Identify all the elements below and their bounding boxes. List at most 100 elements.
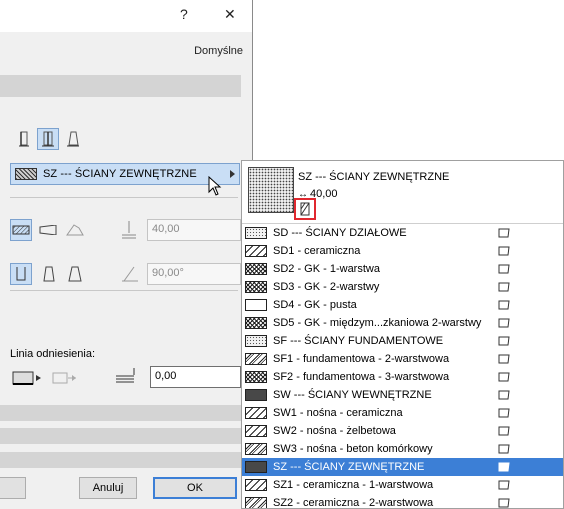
wall-flag-icon <box>498 426 510 436</box>
fill-list: SD --- ŚCIANY DZIAŁOWE SD1 - ceramiczna SD… <box>242 223 563 509</box>
divider <box>10 290 238 291</box>
fill-list-item-label: SW3 - nośna - beton komórkowy <box>273 443 433 455</box>
polygonal-wall-icon[interactable] <box>64 219 86 241</box>
help-button[interactable]: ? <box>180 6 188 22</box>
thickness-field[interactable]: 40,00 <box>147 219 241 241</box>
reference-line-selector[interactable] <box>10 367 44 389</box>
reference-line-swap-icon[interactable] <box>50 367 80 389</box>
double-slanted-profile-icon[interactable] <box>64 263 86 285</box>
close-button[interactable]: ✕ <box>224 6 236 23</box>
chevron-right-icon <box>230 170 235 178</box>
fill-list-item[interactable]: SD1 - ceramiczna <box>242 242 563 260</box>
fill-list-item[interactable]: SW1 - nośna - ceramiczna <box>242 404 563 422</box>
wall-flag-icon <box>498 246 510 256</box>
wall-settings-dialog: ? ✕ Domyślne SZ --- ŚCIANY ZEWNĘTRZNE 40… <box>0 0 253 509</box>
fill-list-item-label: SD5 - GK - międzym...zkaniowa 2-warstwy <box>273 317 482 329</box>
fill-list-item[interactable]: SD3 - GK - 2-warstwy <box>242 278 563 296</box>
fill-list-item[interactable]: SZ2 - ceramiczna - 2-warstwowa <box>242 494 563 509</box>
fill-list-item[interactable]: SW --- ŚCIANY WEWNĘTRZNE <box>242 386 563 404</box>
fill-list-item-label: SZ --- ŚCIANY ZEWNĘTRZNE <box>273 461 425 473</box>
left-cut-button[interactable] <box>0 477 26 499</box>
fill-list-item[interactable]: SW2 - nośna - żelbetowa <box>242 422 563 440</box>
divider <box>10 197 238 198</box>
fill-list-item-label: SW2 - nośna - żelbetowa <box>273 425 396 437</box>
fill-pattern-icon <box>245 425 267 437</box>
fill-list-item-label: SF2 - fundamentowa - 3-warstwowa <box>273 371 450 383</box>
slanted-profile-icon[interactable] <box>37 263 59 285</box>
trapezoid-wall-icon[interactable] <box>37 219 59 241</box>
fill-list-item-label: SZ2 - ceramiczna - 2-warstwowa <box>273 497 434 509</box>
fill-list-item-label: SD3 - GK - 2-warstwy <box>273 281 380 293</box>
wall-center-alignment-icon[interactable] <box>37 128 59 150</box>
wall-flag-icon <box>498 282 510 292</box>
reference-line-label: Linia odniesienia: <box>10 348 96 360</box>
fill-list-item[interactable]: SW3 - nośna - beton komórkowy <box>242 440 563 458</box>
offset-field[interactable]: 0,00 <box>150 366 241 388</box>
panel-collapsed-bar[interactable] <box>0 405 241 421</box>
ok-button[interactable]: OK <box>153 477 237 499</box>
fill-list-item[interactable]: SD --- ŚCIANY DZIAŁOWE <box>242 224 563 242</box>
fill-list-item-label: SW1 - nośna - ceramiczna <box>273 407 403 419</box>
wall-slanted-alignment-icon[interactable] <box>62 128 84 150</box>
fill-pattern-icon <box>245 245 267 257</box>
wall-flag-icon <box>498 300 510 310</box>
fill-list-item-label: SD2 - GK - 1-warstwa <box>273 263 380 275</box>
vertical-profile-icon[interactable] <box>10 263 32 285</box>
fill-list-item-label: SF --- ŚCIANY FUNDAMENTOWE <box>273 335 444 347</box>
cancel-button[interactable]: Anuluj <box>79 477 137 499</box>
straight-wall-icon[interactable] <box>10 219 32 241</box>
fill-type-label: SZ --- ŚCIANY ZEWNĘTRZNE <box>43 168 197 180</box>
fill-list-item-label: SW --- ŚCIANY WEWNĘTRZNE <box>273 389 432 401</box>
preview-fill-name: SZ --- ŚCIANY ZEWNĘTRZNE <box>298 171 450 183</box>
fill-list-item[interactable]: SF2 - fundamentowa - 3-warstwowa <box>242 368 563 386</box>
wall-flag-icon <box>498 228 510 238</box>
fill-type-selector[interactable]: SZ --- ŚCIANY ZEWNĘTRZNE <box>10 163 240 185</box>
angle-icon <box>120 265 140 286</box>
fill-list-item[interactable]: SD4 - GK - pusta <box>242 296 563 314</box>
angle-field[interactable]: 90,00° <box>147 263 241 285</box>
fill-pattern-icon <box>245 479 267 491</box>
panel-collapsed-bar[interactable] <box>0 452 241 468</box>
fill-pattern-icon <box>245 263 267 275</box>
fill-list-item[interactable]: SF --- ŚCIANY FUNDAMENTOWE <box>242 332 563 350</box>
fill-pattern-icon <box>245 353 267 365</box>
panel-header-bar[interactable] <box>0 75 241 97</box>
panel-collapsed-bar[interactable] <box>0 428 241 444</box>
wall-flag-icon <box>498 462 510 472</box>
fill-list-item[interactable]: SD5 - GK - międzym...zkaniowa 2-warstwy <box>242 314 563 332</box>
fill-list-item-label: SZ1 - ceramiczna - 1-warstwowa <box>273 479 434 491</box>
fill-list-item[interactable]: SD2 - GK - 1-warstwa <box>242 260 563 278</box>
fill-list-item-label: SD1 - ceramiczna <box>273 245 361 257</box>
wall-flag-icon <box>498 264 510 274</box>
fill-pattern-icon <box>245 371 267 383</box>
wall-flag-icon <box>498 354 510 364</box>
fill-list-item-label: SD --- ŚCIANY DZIAŁOWE <box>273 227 407 239</box>
fill-pattern-icon <box>245 335 267 347</box>
wall-flag-icon <box>498 444 510 454</box>
dialog-titlebar: ? ✕ <box>0 0 252 32</box>
wall-structure-icon[interactable] <box>294 198 316 220</box>
default-settings-label: Domyślne <box>194 45 243 57</box>
fill-list-item-label: SF1 - fundamentowa - 2-warstwowa <box>273 353 450 365</box>
fill-type-popup: SZ --- ŚCIANY ZEWNĘTRZNE ↔ 40,00 SD --- Ś… <box>241 160 564 509</box>
wall-flag-icon <box>498 318 510 328</box>
fill-pattern-icon <box>245 461 267 473</box>
wall-flag-icon <box>498 372 510 382</box>
fill-list-item[interactable]: SZ1 - ceramiczna - 1-warstwowa <box>242 476 563 494</box>
fill-list-item[interactable]: SF1 - fundamentowa - 2-warstwowa <box>242 350 563 368</box>
offset-icon <box>114 366 140 389</box>
wall-flag-icon <box>498 480 510 490</box>
fill-pattern-icon <box>245 317 267 329</box>
fill-pattern-icon <box>245 443 267 455</box>
mouse-pointer-icon <box>208 176 222 196</box>
fill-pattern-icon <box>245 227 267 239</box>
thickness-icon <box>120 221 138 244</box>
fill-pattern-icon <box>245 497 267 508</box>
fill-pattern-icon <box>245 281 267 293</box>
fill-swatch-icon <box>15 168 37 180</box>
fill-list-item[interactable]: SZ --- ŚCIANY ZEWNĘTRZNE <box>242 458 563 476</box>
wall-outside-alignment-icon[interactable] <box>12 128 34 150</box>
wall-flag-icon <box>498 408 510 418</box>
fill-preview <box>248 167 294 213</box>
wall-flag-icon <box>498 336 510 346</box>
